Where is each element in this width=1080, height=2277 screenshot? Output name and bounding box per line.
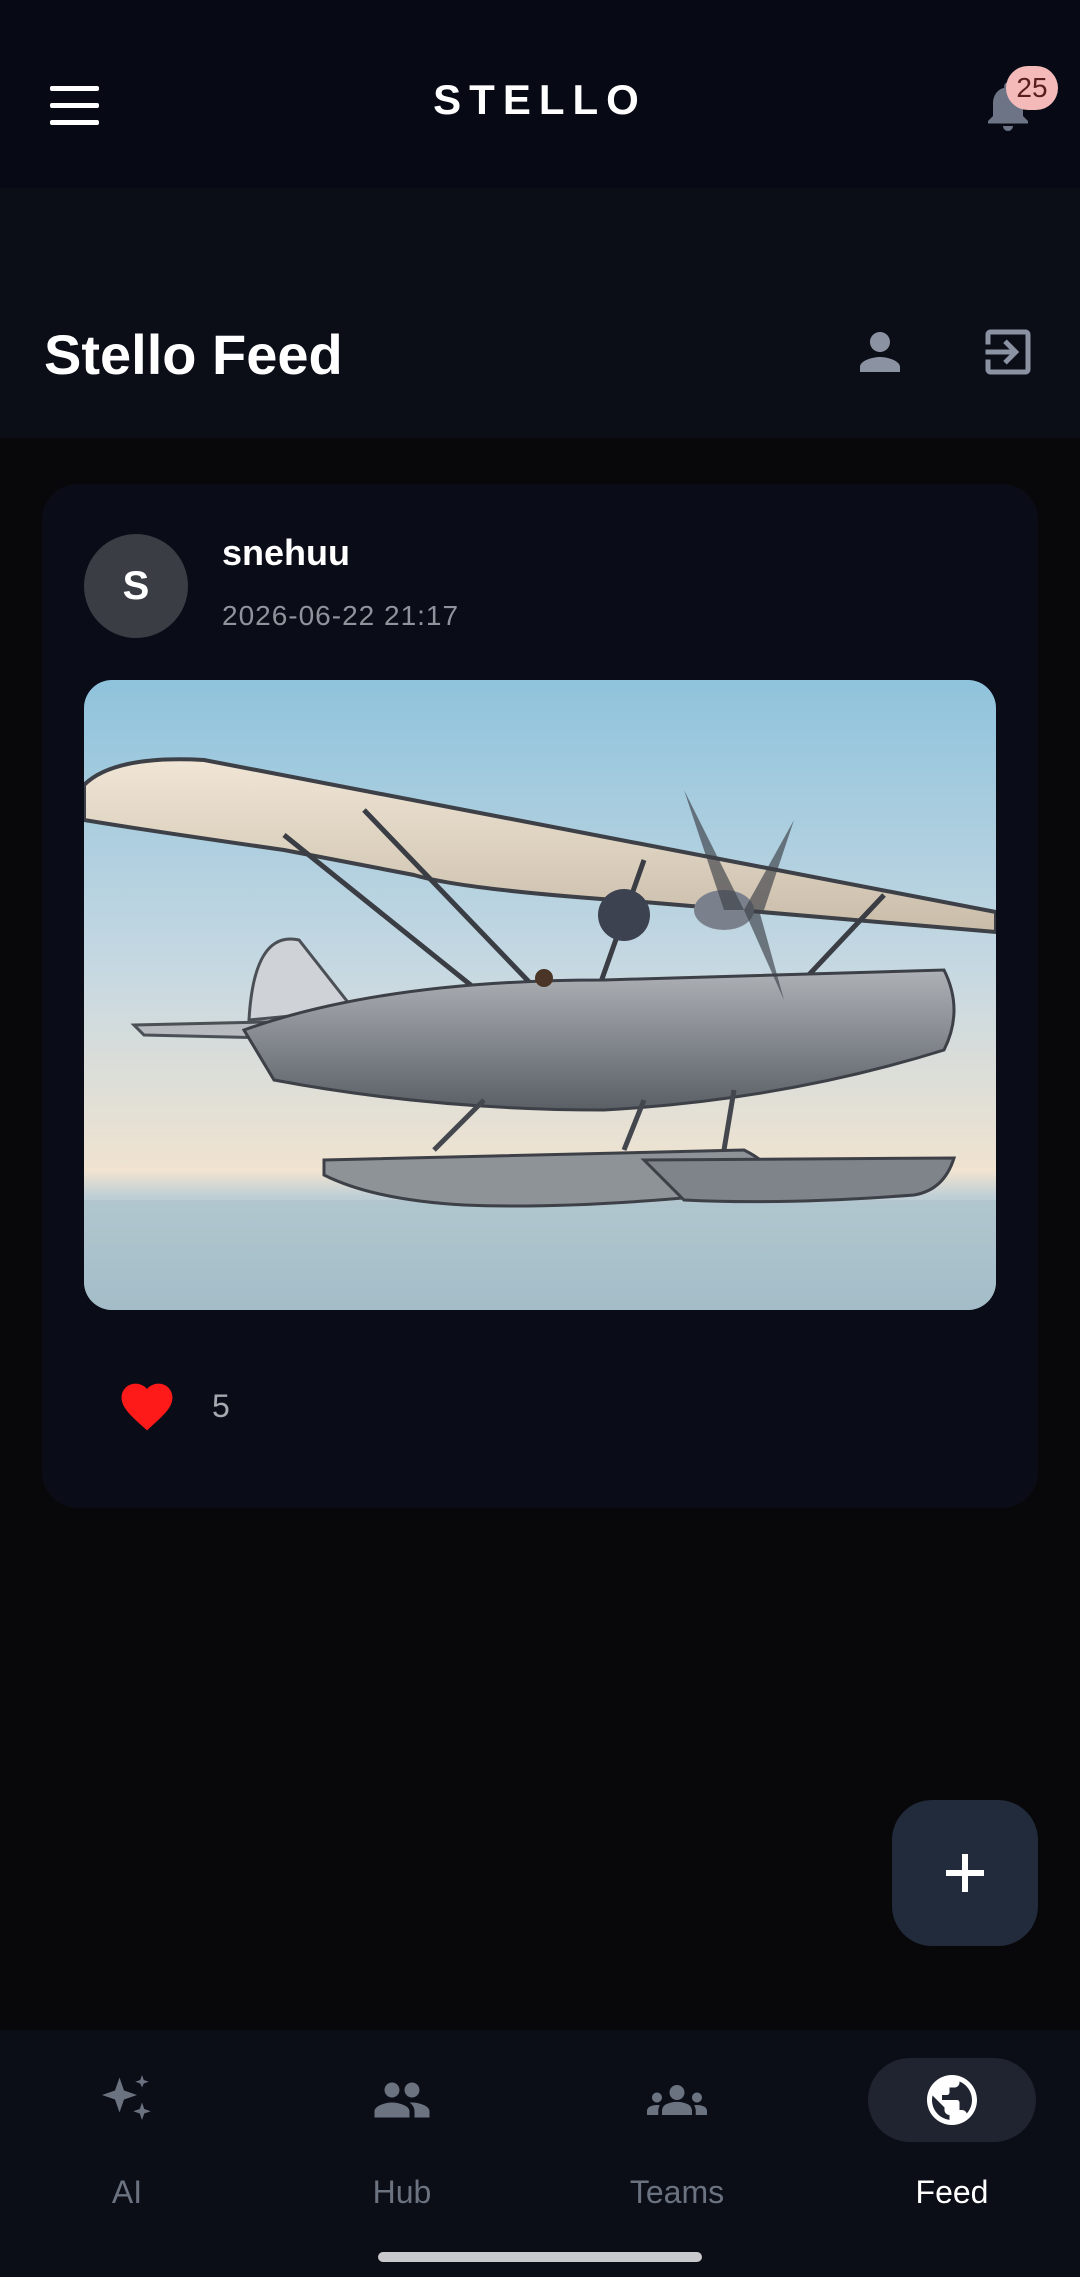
people-icon [352,2058,452,2142]
nav-item-hub[interactable]: Hub [312,2058,492,2210]
page-title: Stello Feed [44,323,343,386]
create-post-button[interactable] [892,1800,1038,1946]
page-header [0,188,1080,438]
nav-label: Feed [915,2174,989,2210]
home-indicator [378,2252,702,2262]
profile-icon[interactable] [850,322,910,382]
nav-label: AI [111,2174,143,2210]
notification-badge: 25 [1006,66,1058,110]
nav-item-feed[interactable]: Feed [868,2058,1048,2210]
plus-icon [946,1854,984,1892]
feed-screen: STELLO 25 Stello Feed S snehuu 2026-06-2… [0,0,1080,2277]
globe-icon [868,2058,1036,2142]
nav-item-ai[interactable]: AI [37,2058,217,2210]
nav-label: Hub [372,2174,432,2210]
post-image[interactable] [84,680,996,1310]
post-timestamp: 2026-06-22 21:17 [222,600,460,631]
app-brand: STELLO [433,76,647,123]
logout-icon[interactable] [978,322,1038,382]
nav-label: Teams [629,2174,725,2210]
post-author[interactable]: snehuu [222,532,350,574]
avatar[interactable]: S [84,534,188,638]
sparkle-icon [77,2058,177,2142]
top-app-bar: STELLO 25 [0,0,1080,188]
nav-item-teams[interactable]: Teams [587,2058,767,2210]
groups-icon [627,2058,727,2142]
heart-icon[interactable] [116,1376,178,1432]
like-count: 5 [212,1388,230,1424]
